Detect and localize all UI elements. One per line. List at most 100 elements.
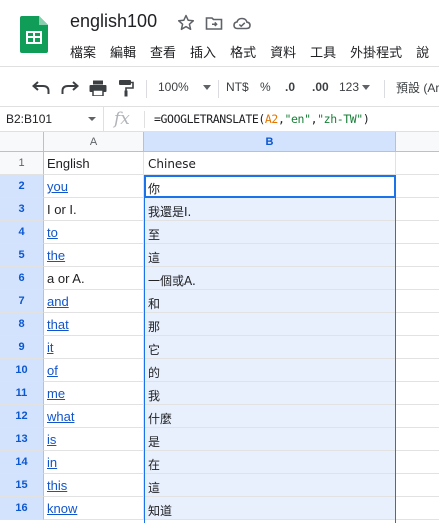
cell-english[interactable]: it [44, 336, 144, 359]
cell-chinese[interactable]: 什麼 [144, 405, 396, 428]
percent-format-button[interactable]: % [260, 75, 271, 99]
cell-empty[interactable] [396, 267, 439, 290]
font-family-select[interactable]: 預設 (Ari [396, 75, 439, 99]
cell-empty[interactable] [396, 336, 439, 359]
row-header[interactable]: 7 [0, 290, 44, 313]
star-icon[interactable] [176, 13, 196, 33]
cell-chinese[interactable]: 和 [144, 290, 396, 313]
column-header-a[interactable]: A [44, 132, 144, 152]
cell-chinese[interactable]: 你 [144, 175, 396, 198]
cell-chinese[interactable]: 知道 [144, 497, 396, 520]
cell-english[interactable]: that [44, 313, 144, 336]
document-title[interactable]: english100 [70, 11, 157, 32]
chevron-down-icon [362, 84, 371, 90]
cell-empty[interactable] [396, 244, 439, 267]
cell-empty[interactable] [396, 152, 439, 175]
cell-chinese[interactable]: 的 [144, 359, 396, 382]
row-header[interactable]: 2 [0, 175, 44, 198]
menu-format[interactable]: 格式 [230, 42, 256, 62]
menu-view[interactable]: 查看 [150, 42, 176, 62]
select-all-corner[interactable] [0, 132, 44, 152]
row-header[interactable]: 13 [0, 428, 44, 451]
cell-chinese[interactable]: 它 [144, 336, 396, 359]
move-folder-icon[interactable] [204, 13, 224, 33]
cell-empty[interactable] [396, 198, 439, 221]
row-header[interactable]: 4 [0, 221, 44, 244]
cell-english[interactable]: what [44, 405, 144, 428]
cell-english[interactable]: know [44, 497, 144, 520]
cell-english[interactable]: of [44, 359, 144, 382]
cell-english[interactable]: is [44, 428, 144, 451]
cloud-saved-icon[interactable] [232, 13, 252, 33]
row-header[interactable]: 6 [0, 267, 44, 290]
cell-chinese[interactable]: 一個或A. [144, 267, 396, 290]
row-header[interactable]: 10 [0, 359, 44, 382]
cell-chinese[interactable]: 這 [144, 474, 396, 497]
cell-english[interactable]: the [44, 244, 144, 267]
cell-chinese[interactable]: 這 [144, 244, 396, 267]
row-header[interactable]: 3 [0, 198, 44, 221]
cell-empty[interactable] [396, 313, 439, 336]
cell-chinese[interactable]: 那 [144, 313, 396, 336]
menu-file[interactable]: 檔案 [70, 42, 96, 62]
increase-decimal-button[interactable]: .00 [312, 75, 329, 99]
cell-empty[interactable] [396, 221, 439, 244]
row-header[interactable]: 12 [0, 405, 44, 428]
cell-chinese[interactable]: 在 [144, 451, 396, 474]
row-header[interactable]: 15 [0, 474, 44, 497]
row-header[interactable]: 11 [0, 382, 44, 405]
cell-empty[interactable] [396, 359, 439, 382]
row-header[interactable]: 5 [0, 244, 44, 267]
undo-icon[interactable] [32, 81, 50, 95]
menu-insert[interactable]: 插入 [190, 42, 216, 62]
cell-english[interactable]: this [44, 474, 144, 497]
percent-label: % [260, 80, 271, 94]
menu-tools[interactable]: 工具 [310, 42, 336, 62]
print-icon[interactable] [89, 80, 107, 96]
cell-english-header[interactable]: English [44, 152, 144, 175]
decrease-decimal-button[interactable]: .0 [285, 75, 295, 99]
cell-chinese[interactable]: 我還是I. [144, 198, 396, 221]
cell-english[interactable]: you [44, 175, 144, 198]
column-header-c[interactable] [396, 132, 439, 152]
cell-empty[interactable] [396, 428, 439, 451]
cell-empty[interactable] [396, 405, 439, 428]
formula-input[interactable]: =GOOGLETRANSLATE(A2,"en","zh-TW") [154, 112, 370, 126]
redo-icon[interactable] [61, 81, 79, 95]
cell-chinese[interactable]: 我 [144, 382, 396, 405]
cell-english[interactable]: I or I. [44, 198, 144, 221]
row-header[interactable]: 14 [0, 451, 44, 474]
cell-empty[interactable] [396, 290, 439, 313]
menu-addons[interactable]: 外掛程式 [350, 42, 402, 62]
formula-suffix: ) [362, 112, 370, 126]
cell-empty[interactable] [396, 175, 439, 198]
cell-chinese-header[interactable]: Chinese [144, 152, 396, 175]
zoom-select[interactable]: 100% [158, 75, 211, 99]
menu-edit[interactable]: 編輯 [110, 42, 136, 62]
paint-format-icon[interactable] [118, 79, 134, 97]
cell-english[interactable]: a or A. [44, 267, 144, 290]
column-header-b[interactable]: B [144, 132, 396, 152]
chevron-down-icon[interactable] [88, 117, 96, 121]
menu-help[interactable]: 說 [416, 42, 429, 62]
cell-chinese[interactable]: 至 [144, 221, 396, 244]
sheets-logo-icon[interactable] [20, 16, 48, 53]
toolbar-divider [218, 80, 219, 98]
cell-english[interactable]: me [44, 382, 144, 405]
cell-empty[interactable] [396, 474, 439, 497]
cell-chinese[interactable]: 是 [144, 428, 396, 451]
more-formats-button[interactable]: 123 [339, 75, 371, 99]
table-row: 8 that 那 [0, 313, 439, 336]
row-header[interactable]: 16 [0, 497, 44, 520]
cell-empty[interactable] [396, 497, 439, 520]
cell-english[interactable]: and [44, 290, 144, 313]
currency-format-button[interactable]: NT$ [226, 75, 249, 99]
row-header[interactable]: 8 [0, 313, 44, 336]
row-header[interactable]: 1 [0, 152, 44, 175]
cell-empty[interactable] [396, 382, 439, 405]
cell-english[interactable]: to [44, 221, 144, 244]
row-header[interactable]: 9 [0, 336, 44, 359]
menu-data[interactable]: 資料 [270, 42, 296, 62]
cell-english[interactable]: in [44, 451, 144, 474]
cell-empty[interactable] [396, 451, 439, 474]
